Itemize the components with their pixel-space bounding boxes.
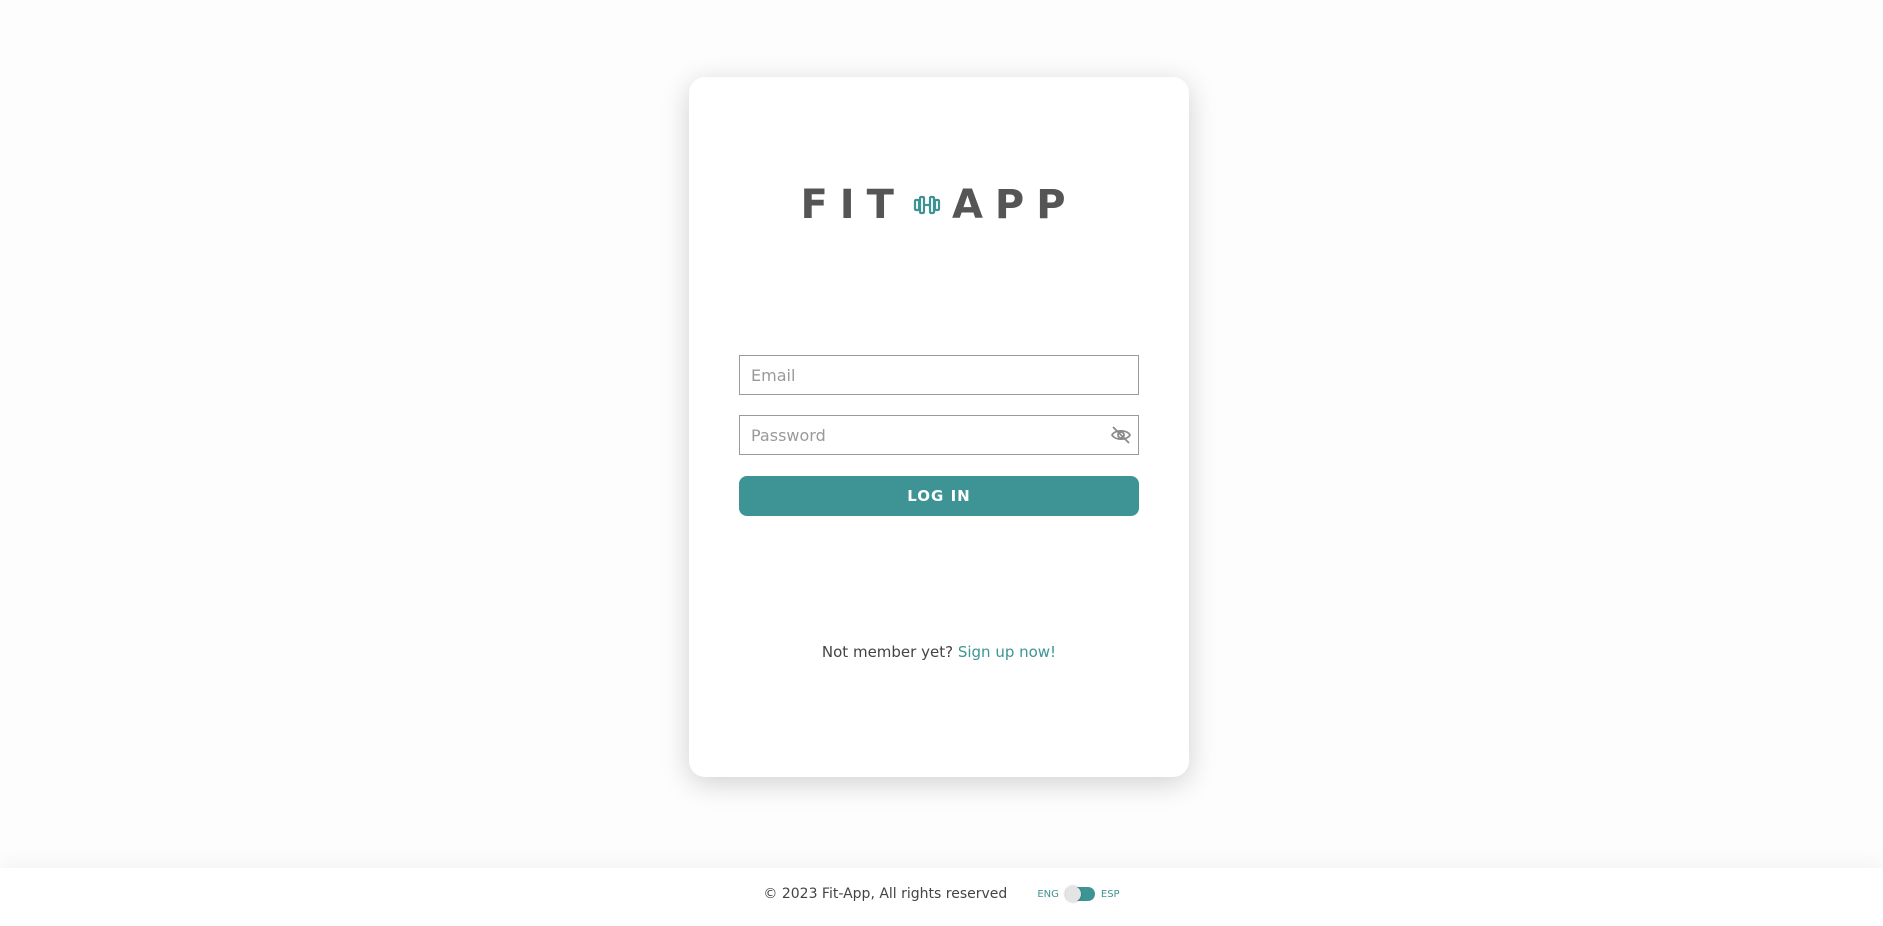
eye-slash-icon[interactable] (1110, 425, 1132, 445)
signup-prompt: Not member yet? Sign up now! (689, 643, 1189, 661)
email-input[interactable] (740, 356, 1138, 394)
logo-word-app: APP (951, 182, 1078, 228)
password-input[interactable] (740, 416, 1138, 454)
login-page: FIT APP Email LOG IN Not member yet? Sig… (0, 0, 1883, 926)
login-button[interactable]: LOG IN (739, 476, 1139, 516)
lang-eng-label: ENG (1037, 888, 1059, 900)
signup-prompt-text: Not member yet? (821, 643, 954, 661)
login-card: FIT APP Email LOG IN Not member yet? Sig… (689, 77, 1189, 777)
language-switcher: ENG ESP (1037, 886, 1120, 902)
email-field[interactable] (739, 355, 1139, 395)
signup-link[interactable]: Sign up now! (958, 643, 1056, 661)
app-logo: FIT APP (689, 175, 1189, 235)
language-toggle[interactable] (1064, 886, 1095, 902)
footer: © 2023 Fit-App, All rights reserved ENG … (0, 868, 1883, 926)
footer-content: © 2023 Fit-App, All rights reserved ENG … (0, 886, 1883, 902)
lang-esp-label: ESP (1100, 888, 1120, 900)
logo-word-fit: FIT (800, 182, 906, 228)
password-field[interactable] (739, 415, 1139, 455)
toggle-knob (1064, 886, 1081, 902)
dumbbell-icon (912, 194, 942, 216)
copyright-text: © 2023 Fit-App, All rights reserved (763, 886, 1008, 902)
